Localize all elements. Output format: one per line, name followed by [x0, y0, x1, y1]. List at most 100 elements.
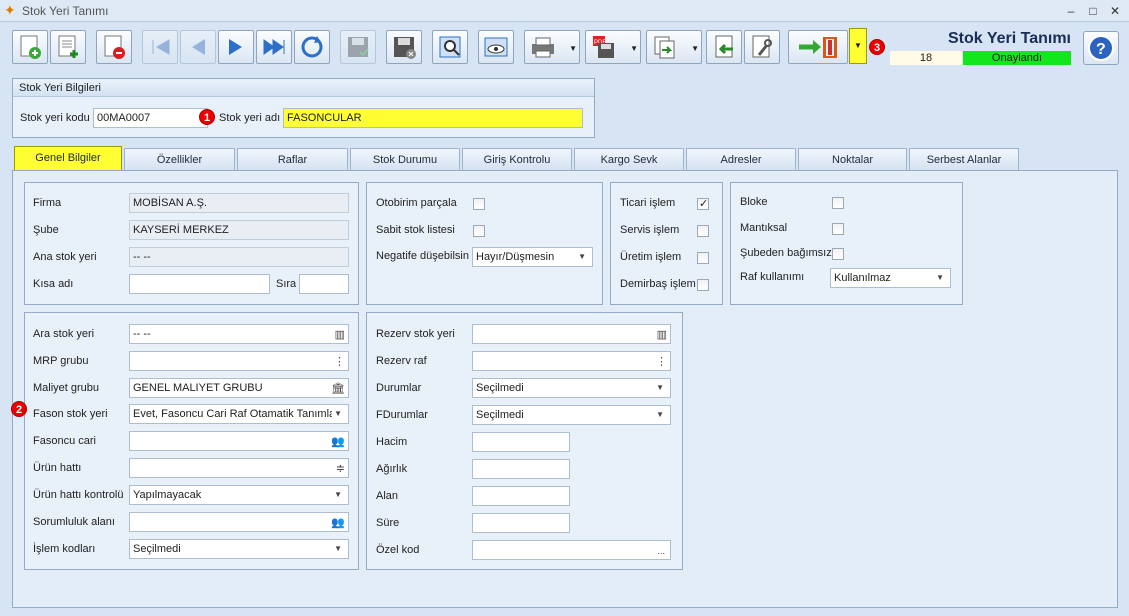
demirbas-checkbox[interactable]	[697, 279, 709, 291]
durumlar-label: Durumlar	[376, 382, 422, 394]
servis-checkbox[interactable]	[697, 225, 709, 237]
export-pdf-button[interactable]: PDF ▼	[585, 30, 641, 64]
minimize-button[interactable]: –	[1060, 2, 1082, 20]
print-dropdown-icon[interactable]: ▼	[569, 44, 577, 53]
new-list-button[interactable]	[50, 30, 86, 64]
delete-button[interactable]	[96, 30, 132, 64]
tab-kargo-sevk[interactable]: Kargo Sevk	[574, 148, 684, 170]
next-record-button[interactable]	[218, 30, 254, 64]
ana-stok-field: -- --	[129, 247, 349, 267]
ara-stok-field[interactable]: -- -- ▥	[129, 324, 349, 344]
code-field[interactable]: 00MA0007	[93, 108, 208, 128]
sabit-label: Sabit stok listesi	[376, 224, 455, 236]
fasoncu-label: Fasoncu cari	[33, 435, 96, 447]
fdurumlar-select[interactable]: Seçilmedi ▼	[472, 405, 671, 425]
islem-kodlari-label: İşlem kodları	[33, 543, 96, 555]
view-button[interactable]	[478, 30, 514, 64]
svg-text:?: ?	[1096, 41, 1106, 58]
help-button[interactable]: ?	[1083, 31, 1119, 65]
rezerv-raf-label: Rezerv raf	[376, 355, 427, 367]
tree-icon[interactable]: ⋮	[656, 353, 667, 370]
agirlik-label: Ağırlık	[376, 463, 408, 475]
save-cancel-button[interactable]	[386, 30, 422, 64]
tab-giris-kontrolu[interactable]: Giriş Kontrolu	[462, 148, 572, 170]
bank-icon[interactable]: 🏛	[331, 380, 345, 397]
users-icon[interactable]: 👥	[331, 514, 345, 531]
durumlar-select[interactable]: Seçilmedi ▼	[472, 378, 671, 398]
bloke-checkbox[interactable]	[832, 197, 844, 209]
users-icon[interactable]: 👥	[331, 433, 345, 450]
refresh-button[interactable]	[294, 30, 330, 64]
previous-record-button[interactable]	[180, 30, 216, 64]
fasoncu-field[interactable]: 👥	[129, 431, 349, 451]
agirlik-field[interactable]	[472, 459, 570, 479]
hacim-field[interactable]	[472, 432, 570, 452]
islem-kodlari-value: Seçilmedi	[133, 543, 181, 555]
sure-field[interactable]	[472, 513, 570, 533]
status-badge: Onaylandı	[963, 51, 1071, 65]
barcode-icon[interactable]: ▥	[657, 326, 667, 343]
copy-button[interactable]: ▼	[646, 30, 702, 64]
islem-kodlari-select[interactable]: Seçilmedi ▼	[129, 539, 349, 559]
fason-value: Evet, Fasoncu Cari Raf Otamatik Tanımla	[133, 408, 336, 420]
ellipsis-button[interactable]: ...	[657, 542, 665, 559]
mantiksal-checkbox[interactable]	[832, 223, 844, 235]
copy-dropdown-icon[interactable]: ▼	[691, 44, 699, 53]
export-dropdown-icon[interactable]: ▼	[630, 44, 638, 53]
import-button[interactable]	[706, 30, 742, 64]
maximize-button[interactable]: □	[1082, 2, 1104, 20]
exit-button[interactable]	[788, 30, 848, 64]
subeden-checkbox[interactable]	[832, 248, 844, 260]
callout-badge-1: 1	[199, 109, 215, 125]
alan-field[interactable]	[472, 486, 570, 506]
new-document-icon	[20, 35, 41, 59]
negatif-select[interactable]: Hayır/Düşmesin ▼	[472, 247, 593, 267]
save-button[interactable]	[340, 30, 376, 64]
exit-dropdown-button[interactable]: ▼	[849, 28, 867, 64]
kisa-adi-field[interactable]	[129, 274, 270, 294]
maliyet-field[interactable]: GENEL MALIYET GRUBU 🏛	[129, 378, 349, 398]
next-icon	[229, 39, 242, 55]
tools-button[interactable]	[744, 30, 780, 64]
sube-field: KAYSERİ MERKEZ	[129, 220, 349, 240]
alan-label: Alan	[376, 490, 399, 502]
tab-noktalar[interactable]: Noktalar	[798, 148, 907, 170]
ara-stok-value: -- --	[133, 328, 151, 340]
info-group-title: Stok Yeri Bilgileri	[13, 79, 594, 97]
fason-select[interactable]: Evet, Fasoncu Cari Raf Otamatik Tanımla …	[129, 404, 349, 424]
barcode-icon[interactable]: ▥	[335, 326, 345, 343]
sira-field[interactable]	[299, 274, 349, 294]
ticari-checkbox[interactable]	[697, 197, 709, 210]
mrp-field[interactable]: ⋮	[129, 351, 349, 371]
rezerv-field[interactable]: ▥	[472, 324, 671, 344]
tree-icon[interactable]: ⋮	[334, 353, 345, 370]
new-record-button[interactable]	[12, 30, 48, 64]
close-button[interactable]: ✕	[1104, 2, 1126, 20]
tab-stok-durumu[interactable]: Stok Durumu	[350, 148, 460, 170]
urun-kontrol-select[interactable]: Yapılmayacak ▼	[129, 485, 349, 505]
wrench-icon	[752, 35, 772, 58]
tab-raflar[interactable]: Raflar	[237, 148, 348, 170]
tab-serbest-alanlar[interactable]: Serbest Alanlar	[909, 148, 1019, 170]
sabit-checkbox[interactable]	[473, 225, 485, 237]
urun-hatti-field[interactable]: ≑	[129, 458, 349, 478]
window-title: Stok Yeri Tanımı	[22, 4, 109, 18]
production-line-icon[interactable]: ≑	[336, 460, 345, 477]
sorumluluk-field[interactable]: 👥	[129, 512, 349, 532]
chevron-down-icon: ▼	[656, 383, 664, 392]
tab-adresler[interactable]: Adresler	[686, 148, 796, 170]
name-field[interactable]: FASONCULAR	[283, 108, 583, 128]
tab-ozellikler[interactable]: Özellikler	[124, 148, 235, 170]
servis-label: Servis işlem	[620, 224, 680, 236]
tab-genel-bilgiler[interactable]: Genel Bilgiler	[14, 146, 122, 171]
uretim-checkbox[interactable]	[697, 252, 709, 264]
preview-button[interactable]	[432, 30, 468, 64]
otobirim-checkbox[interactable]	[473, 198, 485, 210]
exit-dropdown-icon: ▼	[854, 41, 862, 50]
ozel-kod-field[interactable]: ...	[472, 540, 671, 560]
print-button[interactable]: ▼	[524, 30, 580, 64]
raf-kullanimi-select[interactable]: Kullanılmaz ▼	[830, 268, 951, 288]
first-record-button[interactable]	[142, 30, 178, 64]
last-record-button[interactable]	[256, 30, 292, 64]
rezerv-raf-field[interactable]: ⋮	[472, 351, 671, 371]
